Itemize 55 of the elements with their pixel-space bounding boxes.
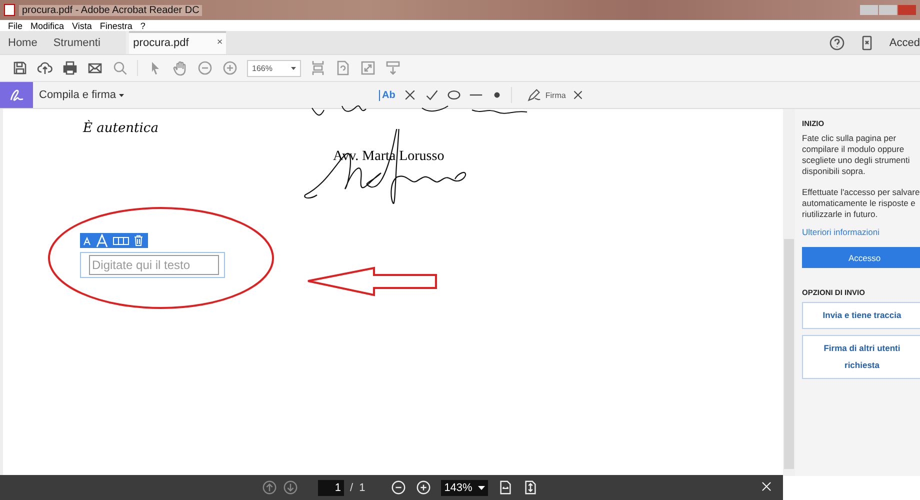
close-icon[interactable] — [760, 480, 773, 492]
rotate-page-icon[interactable] — [335, 60, 351, 76]
pdf-icon — [4, 4, 15, 16]
tool-menu[interactable]: Compila e firma — [39, 89, 124, 101]
window-title: procura.pdf - Adobe Acrobat Reader DC — [19, 4, 202, 16]
print-icon[interactable] — [62, 60, 78, 76]
fit-page-icon[interactable] — [523, 480, 538, 495]
sign-in-button[interactable]: Accesso — [802, 247, 920, 268]
sign-in-link[interactable]: Acced — [889, 36, 920, 48]
hand-icon[interactable] — [172, 60, 188, 76]
search-icon[interactable] — [112, 60, 128, 76]
comb-field-icon[interactable] — [113, 236, 129, 244]
previous-page-icon[interactable] — [262, 480, 277, 495]
caret-icon — [478, 486, 486, 490]
panel-text: Fate clic sulla pagina per compilare il modulo oppure scegliete uno degli strumenti disponibili sopra. — [802, 133, 911, 177]
zoom-dropdown[interactable]: 166% — [247, 60, 301, 76]
sign-button[interactable]: Firma — [520, 87, 572, 103]
decrease-font-icon[interactable] — [83, 236, 91, 246]
zoom-dropdown[interactable]: 143% — [441, 480, 488, 496]
tab[interactable]: procura.pdf × — [126, 31, 226, 54]
scrollbar-thumb[interactable] — [784, 239, 794, 469]
save-icon[interactable] — [12, 60, 28, 76]
panel-text: Effettuate l'accesso per salvare automaticamente le risposte e riutilizzarle in futuro. — [802, 187, 920, 220]
send-option-button[interactable]: Invia e tiene traccia — [802, 302, 920, 329]
increase-font-icon[interactable] — [96, 234, 108, 248]
circle-icon[interactable] — [447, 88, 462, 102]
menu-item[interactable]: Vista — [72, 20, 92, 30]
checkmark-icon[interactable] — [425, 88, 440, 102]
close-icon[interactable] — [572, 89, 584, 101]
menu-item[interactable]: File — [8, 20, 23, 30]
delete-icon[interactable] — [134, 235, 143, 246]
more-info-link[interactable]: Ulteriori informazioni — [802, 227, 920, 237]
cloud-upload-icon[interactable] — [37, 60, 53, 76]
menu-item[interactable]: ? — [140, 20, 146, 30]
tab[interactable]: Home — [0, 31, 46, 54]
send-option-button[interactable]: Firma di altri utenti richiesta — [802, 335, 920, 379]
scroll-mode-icon[interactable] — [385, 60, 401, 76]
help-icon[interactable] — [829, 34, 846, 50]
menu-item[interactable]: Finestra — [100, 20, 132, 30]
page-number-field[interactable]: 1 — [318, 480, 344, 496]
document-text: È autentica — [83, 121, 158, 136]
caret-icon — [291, 66, 296, 70]
menu-item[interactable]: Modifica — [30, 20, 64, 30]
page-total: 1 — [359, 482, 366, 494]
tab-close-button[interactable]: × — [216, 37, 223, 48]
tab[interactable]: Strumenti — [45, 31, 108, 54]
cross-mark-icon[interactable] — [403, 88, 418, 102]
caret-icon — [119, 94, 124, 97]
fit-width-icon[interactable] — [498, 480, 514, 495]
add-text-tool[interactable]: Ab — [379, 90, 396, 100]
page-separator: / — [350, 482, 354, 494]
text-input-field[interactable]: Digitate qui il testo — [89, 255, 219, 275]
next-page-icon[interactable] — [283, 480, 298, 495]
pen-icon — [526, 88, 542, 102]
full-screen-icon[interactable] — [360, 60, 376, 76]
